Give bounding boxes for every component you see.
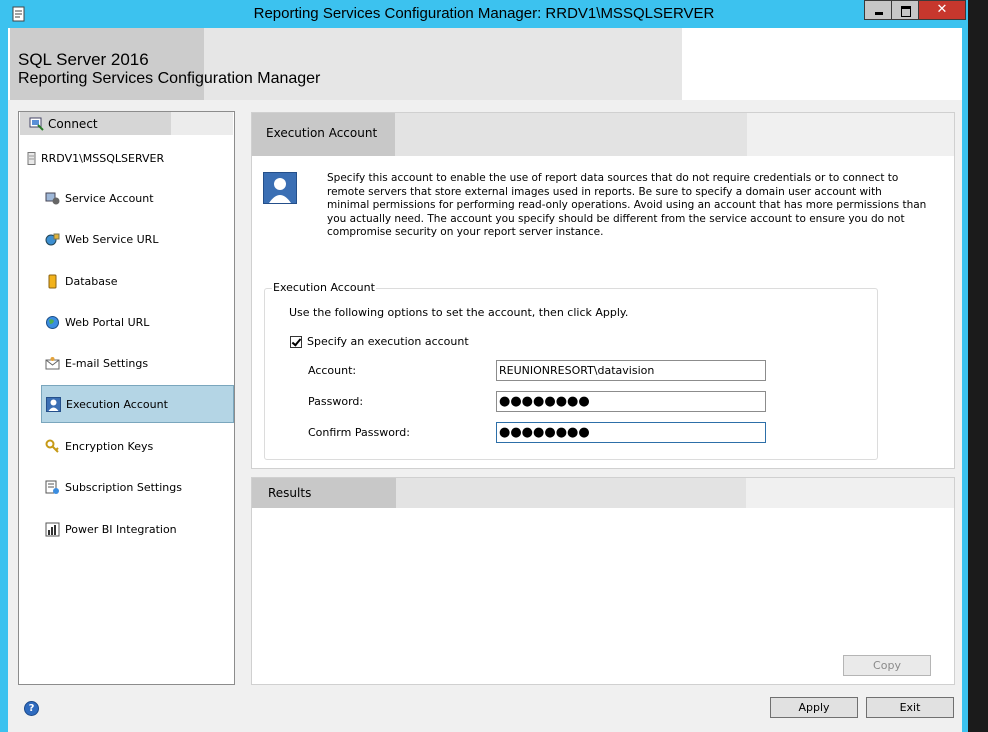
nav-item-label: Power BI Integration [65, 522, 177, 536]
nav-item-label: Web Portal URL [65, 315, 150, 329]
server-name: RRDV1\MSSQLSERVER [41, 152, 165, 165]
nav-item-label: Service Account [65, 191, 154, 205]
nav-item-label: E-mail Settings [65, 356, 149, 370]
app-name: Reporting Services Configuration Manager [18, 70, 321, 87]
banner-block-light [204, 28, 682, 100]
connect-button[interactable]: Connect [29, 116, 98, 131]
confirm-password-input[interactable]: ●●●●●●●● [496, 422, 766, 443]
password-label: Password: [308, 395, 364, 408]
execution-account-panel: Execution Account Specify this account t… [251, 112, 955, 469]
help-icon[interactable]: ? [24, 701, 39, 716]
group-label: Execution Account [272, 281, 376, 294]
confirm-password-label: Confirm Password: [308, 426, 410, 439]
results-header: Results [252, 478, 954, 508]
key-icon [45, 439, 59, 453]
specify-account-checkbox[interactable] [290, 335, 302, 348]
nav-item-label: Execution Account [66, 397, 168, 411]
checkbox-label: Specify an execution account [307, 335, 469, 348]
powerbi-icon [45, 522, 60, 536]
nav-item-web-service-url[interactable]: Web Service URL [41, 220, 234, 258]
server-icon [27, 152, 36, 165]
subscription-icon [45, 480, 59, 494]
connect-strip-light [171, 112, 233, 135]
desktop-edge [968, 0, 988, 732]
close-button[interactable]: ✕ [918, 0, 966, 20]
product-name: SQL Server 2016 [18, 50, 149, 69]
results-panel: Results Copy [251, 477, 955, 685]
title-bar[interactable]: Reporting Services Configuration Manager… [0, 0, 968, 28]
header-block-light [395, 113, 747, 156]
service-account-icon [45, 192, 60, 204]
nav-item-encryption-keys[interactable]: Encryption Keys [41, 427, 234, 465]
database-icon [48, 274, 57, 288]
maximize-button[interactable] [891, 0, 919, 20]
section-title: Execution Account [266, 126, 378, 140]
execution-user-icon [263, 172, 297, 204]
app-window: Reporting Services Configuration Manager… [0, 0, 968, 732]
nav-item-power-bi-integration[interactable]: Power BI Integration [41, 510, 234, 548]
globe-icon [46, 315, 59, 329]
section-description: Specify this account to enable the use o… [327, 172, 927, 238]
results-title: Results [268, 486, 312, 500]
nav-item-subscription-settings[interactable]: Subscription Settings [41, 468, 234, 506]
minimize-button[interactable] [864, 0, 892, 20]
client-area: SQL Server 2016 Reporting Services Confi… [8, 28, 962, 732]
server-node[interactable]: RRDV1\MSSQLSERVER [27, 152, 164, 165]
window-title: Reporting Services Configuration Manager… [253, 5, 715, 22]
password-input[interactable]: ●●●●●●●● [496, 391, 766, 412]
banner: SQL Server 2016 Reporting Services Confi… [8, 28, 962, 100]
nav-item-database[interactable]: Database [41, 262, 234, 300]
nav-item-email-settings[interactable]: E-mail Settings [41, 344, 234, 382]
nav-item-label: Database [65, 274, 118, 288]
nav-item-label: Subscription Settings [65, 480, 182, 494]
navigation-panel: Connect RRDV1\MSSQLSERVER Service Accoun… [18, 111, 235, 685]
apply-button[interactable]: Apply [770, 697, 858, 718]
group-hint: Use the following options to set the acc… [289, 306, 629, 319]
nav-item-execution-account[interactable]: Execution Account [41, 385, 234, 423]
account-label: Account: [308, 364, 357, 377]
connect-label: Connect [48, 116, 98, 131]
section-header: Execution Account [252, 113, 954, 156]
close-icon: ✕ [936, 2, 948, 17]
email-icon [45, 356, 60, 369]
nav-item-label: Web Service URL [65, 232, 159, 246]
header-block-light [396, 478, 746, 508]
account-input[interactable] [496, 360, 766, 381]
user-icon [46, 396, 61, 412]
copy-button[interactable]: Copy [843, 655, 931, 676]
exit-button[interactable]: Exit [866, 697, 954, 718]
specify-account-row[interactable]: Specify an execution account [290, 335, 469, 348]
connect-icon [29, 117, 44, 131]
nav-item-service-account[interactable]: Service Account [41, 179, 234, 217]
nav-item-label: Encryption Keys [65, 439, 154, 453]
web-service-icon [45, 233, 60, 245]
nav-item-web-portal-url[interactable]: Web Portal URL [41, 303, 234, 341]
